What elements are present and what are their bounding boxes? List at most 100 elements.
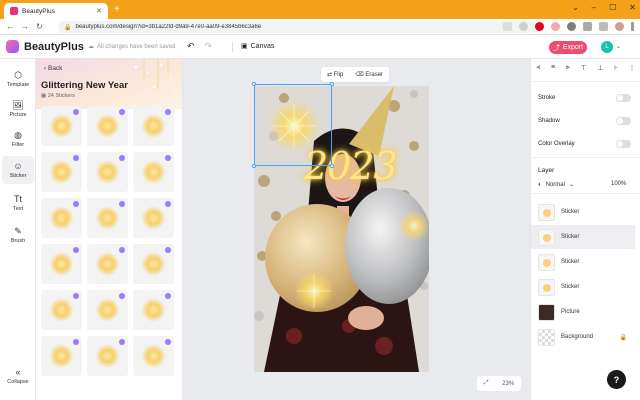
tool-template[interactable]: ⬡ Template bbox=[2, 65, 34, 93]
align-bottom-icon[interactable]: ⊦ bbox=[614, 64, 618, 72]
app-name: BeautyPlus bbox=[24, 40, 84, 53]
back-arrow-icon[interactable]: ← bbox=[6, 22, 14, 31]
avatar-chevron-icon[interactable]: ⌄ bbox=[616, 43, 621, 50]
resize-handle-tl[interactable] bbox=[252, 82, 256, 86]
avatar[interactable]: L bbox=[601, 41, 613, 53]
more-align-icon[interactable]: ⋮ bbox=[629, 64, 636, 72]
shadow-toggle[interactable] bbox=[616, 117, 631, 125]
redo-icon[interactable]: ↷ bbox=[205, 41, 213, 52]
blend-mode-value: Normal bbox=[545, 181, 565, 188]
layer-thumbnail bbox=[538, 278, 555, 296]
resize-handle-br[interactable] bbox=[330, 164, 334, 168]
layer-item[interactable]: Sticker bbox=[531, 225, 635, 249]
align-left-icon[interactable]: ⫷ bbox=[536, 64, 540, 72]
sparkle-sticker-icon bbox=[49, 252, 74, 276]
lock-icon[interactable]: 🔒 bbox=[620, 334, 627, 341]
layer-thumbnail bbox=[538, 253, 555, 271]
align-right-icon[interactable]: ⫸ bbox=[566, 64, 570, 72]
resize-handle-bl[interactable] bbox=[252, 164, 256, 168]
align-top-icon[interactable]: ⊤ bbox=[581, 64, 587, 72]
minimize-icon[interactable]: – bbox=[592, 3, 596, 12]
sticker-thumbnail[interactable] bbox=[41, 336, 82, 376]
zoom-level[interactable]: 23% bbox=[502, 381, 514, 387]
tool-picture[interactable]: 🖼 Picture bbox=[2, 95, 34, 123]
align-center-icon[interactable]: ≡ bbox=[551, 64, 555, 72]
sticker-thumbnail[interactable] bbox=[133, 106, 174, 146]
align-middle-icon[interactable]: ⊥ bbox=[597, 64, 603, 72]
canvas-button[interactable]: ▣ Canvas bbox=[241, 42, 274, 51]
maximize-icon[interactable]: ☐ bbox=[609, 3, 616, 12]
sticker-thumbnail[interactable] bbox=[41, 244, 82, 284]
sticker-thumbnail[interactable] bbox=[133, 244, 174, 284]
sparkle-sticker-icon bbox=[49, 206, 74, 230]
layer-item[interactable]: Sticker bbox=[531, 200, 635, 224]
sidebar-icon[interactable] bbox=[599, 22, 608, 31]
align-toolbar: ⫷ ≡ ⫸ ⊤ ⊥ ⊦ ⋮ bbox=[531, 64, 640, 72]
sticker-thumbnail[interactable] bbox=[133, 198, 174, 238]
help-button[interactable]: ? bbox=[607, 370, 626, 389]
sticker-panel: ‹ Back Glittering New Year ▦ 24 Stickers bbox=[36, 59, 183, 400]
sticker-thumbnail[interactable] bbox=[41, 198, 82, 238]
sticker-thumbnail[interactable] bbox=[87, 336, 128, 376]
undo-icon[interactable]: ↶ bbox=[187, 41, 195, 52]
blend-mode-select[interactable]: ◐ Normal ⌄ bbox=[538, 181, 574, 189]
flip-icon: ⇄ bbox=[326, 72, 332, 78]
tool-brush[interactable]: ✎ Brush bbox=[2, 221, 34, 249]
layer-item[interactable]: Sticker bbox=[531, 250, 635, 274]
sticker-thumbnail[interactable] bbox=[41, 290, 82, 330]
flip-button[interactable]: ⇄ Flip bbox=[327, 71, 343, 78]
sticker-thumbnail[interactable] bbox=[87, 290, 128, 330]
sticker-count-icon: ▦ bbox=[41, 93, 47, 99]
sparkle-sticker-icon bbox=[95, 344, 120, 368]
sticker-thumbnail[interactable] bbox=[87, 106, 128, 146]
tool-sticker[interactable]: ☺ Sticker bbox=[2, 156, 34, 184]
sparkle-sticker-icon bbox=[49, 160, 74, 184]
layer-item[interactable]: Sticker bbox=[531, 275, 635, 299]
forward-arrow-icon[interactable]: → bbox=[21, 22, 29, 31]
opacity-value[interactable]: 100% bbox=[611, 181, 626, 187]
sticker-thumbnail[interactable] bbox=[41, 106, 82, 146]
close-window-icon[interactable]: ✕ bbox=[629, 3, 636, 12]
sticker-thumbnail[interactable] bbox=[133, 290, 174, 330]
resize-handle-tr[interactable] bbox=[330, 82, 334, 86]
new-tab-icon[interactable]: + bbox=[114, 4, 120, 15]
extension-icon[interactable] bbox=[551, 22, 560, 31]
url-field[interactable]: 🔒 beautyplus.com/design?id=3b1a22fd-d9a9… bbox=[58, 21, 538, 33]
back-button[interactable]: ‹ Back bbox=[44, 65, 62, 72]
layer-item[interactable]: Picture bbox=[531, 300, 635, 324]
sparkle-sticker-icon bbox=[49, 114, 74, 138]
save-status-text: All changes have been saved bbox=[97, 43, 176, 50]
close-tab-icon[interactable]: ✕ bbox=[96, 7, 102, 15]
bookmark-star-icon[interactable] bbox=[519, 22, 528, 31]
sticker-thumbnail[interactable] bbox=[87, 198, 128, 238]
sticker-thumbnail[interactable] bbox=[133, 152, 174, 192]
browser-tab[interactable]: BeautyPlus ✕ bbox=[4, 3, 108, 19]
profile-icon[interactable] bbox=[615, 22, 624, 31]
reload-icon[interactable]: ↻ bbox=[36, 22, 43, 31]
collapse-button[interactable]: « Collapse bbox=[2, 367, 34, 385]
app-logo[interactable]: BeautyPlus bbox=[6, 40, 84, 53]
sticker-thumbnail[interactable] bbox=[133, 336, 174, 376]
selection-box[interactable] bbox=[252, 82, 334, 168]
puzzle-icon[interactable] bbox=[583, 22, 592, 31]
export-button[interactable]: ⤴ Export bbox=[549, 41, 587, 54]
sticker-thumbnail[interactable] bbox=[87, 152, 128, 192]
tool-filter[interactable]: ◍ Filter bbox=[2, 125, 34, 153]
sticker-thumbnail[interactable] bbox=[41, 152, 82, 192]
tool-text[interactable]: Tt Text bbox=[2, 189, 34, 217]
more-menu-icon[interactable] bbox=[631, 22, 634, 31]
share-icon[interactable] bbox=[503, 22, 512, 31]
stroke-toggle[interactable] bbox=[616, 94, 631, 102]
music-icon[interactable] bbox=[567, 22, 576, 31]
premium-badge-icon bbox=[165, 155, 171, 161]
sticker-thumbnail[interactable] bbox=[87, 244, 128, 284]
layer-item[interactable]: Background 🔒 bbox=[531, 325, 635, 349]
sticker-toolbar: ⇄ Flip ⌫ Eraser bbox=[321, 67, 389, 82]
pinterest-icon[interactable] bbox=[535, 22, 544, 31]
lock-icon: 🔒 bbox=[64, 24, 72, 31]
cloud-check-icon: ☁ bbox=[88, 44, 94, 50]
eraser-button[interactable]: ⌫ Eraser bbox=[355, 71, 383, 78]
chevron-down-icon[interactable]: ⌄ bbox=[572, 3, 579, 12]
color-overlay-toggle[interactable] bbox=[616, 140, 631, 148]
fit-screen-icon[interactable]: ⤢ bbox=[484, 380, 489, 387]
